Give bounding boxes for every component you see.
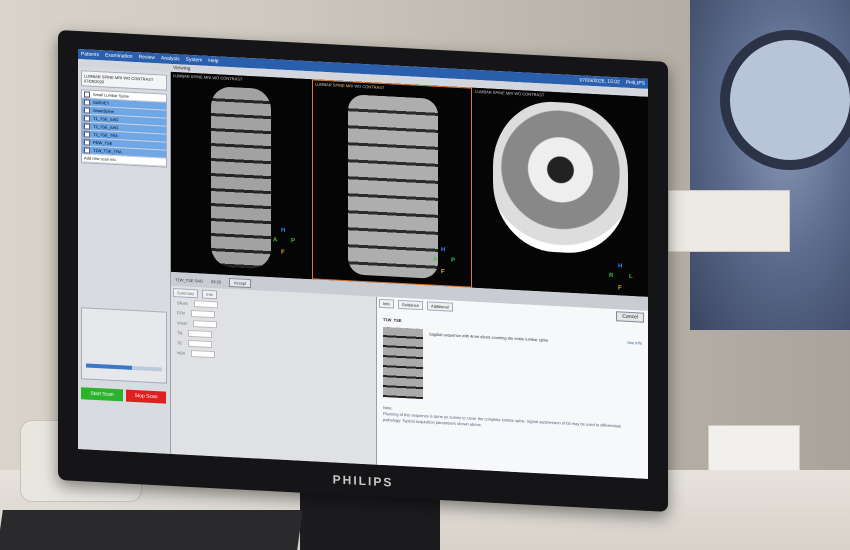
orientation-p: P (291, 238, 296, 245)
cancel-button[interactable]: Cancel (616, 311, 644, 323)
photo-scene: Patients Examination Review Analysis Sys… (0, 0, 850, 550)
orientation-f: F (618, 285, 622, 292)
tab-info[interactable]: Info (379, 298, 394, 309)
accept-button[interactable]: Accept (229, 277, 252, 288)
exam-panel: LUMBAR SPINE MRI WO CONTRAST 07/09/2026 … (78, 67, 171, 454)
orientation-f: F (441, 269, 445, 276)
checkbox[interactable] (84, 106, 90, 114)
viewport-sagittal-t2[interactable]: LUMBAR SPINE MRI WO CONTRAST H A P F (171, 71, 311, 280)
param-field[interactable] (191, 309, 216, 318)
param-field[interactable] (188, 329, 213, 338)
orientation-a: A (433, 256, 438, 263)
menu-system[interactable]: System (186, 57, 203, 64)
screen: Patients Examination Review Analysis Sys… (78, 49, 648, 479)
param-field[interactable] (188, 339, 213, 348)
orientation-a: A (273, 237, 278, 244)
status-text: Viewing (173, 65, 191, 72)
viewport-axial[interactable]: LUMBAR SPINE MRI WO CONTRAST H R L F (473, 87, 648, 297)
scan-progress-bar (86, 363, 162, 372)
viewport-label: LUMBAR SPINE MRI WO CONTRAST (173, 73, 243, 82)
stop-scan-button[interactable]: Stop Scan (126, 389, 166, 404)
see-info-link[interactable]: See Info (627, 340, 642, 346)
mri-axial-image (493, 98, 628, 256)
menu-patients[interactable]: Patients (81, 51, 99, 58)
orientation-l: L (629, 273, 633, 281)
orientation-h: H (441, 247, 446, 254)
notes-block: Note: Planning of this sequence is done … (383, 405, 633, 436)
checkbox[interactable] (84, 90, 90, 98)
sequence-name: T1W_TSE SAG (175, 276, 204, 284)
info-panel: Info Guidance Additional Cancel T1W_TSE … (377, 296, 648, 479)
viewport-label: LUMBAR SPINE MRI WO CONTRAST (475, 88, 545, 98)
mri-sagittal-image (348, 94, 438, 279)
orientation-f: F (281, 249, 285, 256)
orientation-r: R (609, 272, 614, 280)
mri-scanner-bore (720, 30, 850, 170)
image-viewer: LUMBAR SPINE MRI WO CONTRAST H A P F LUM… (171, 71, 648, 297)
parameters-panel: Summary Info Slices FOV Voxel TR TE NSA (171, 285, 377, 465)
tab-info[interactable]: Info (202, 289, 217, 300)
orientation-h: H (281, 227, 286, 234)
viewport-label: LUMBAR SPINE MRI WO CONTRAST (315, 81, 385, 91)
menu-review[interactable]: Review (139, 54, 155, 61)
sequence-description: Sagittal sequence with 4mm sliced coveri… (429, 331, 549, 343)
checkbox[interactable] (84, 98, 90, 106)
tab-additional[interactable]: Additional (427, 301, 453, 312)
checkbox[interactable] (84, 146, 90, 154)
checkbox[interactable] (84, 130, 90, 138)
keyboard (0, 510, 303, 550)
scan-list: Small Lumbar Spine SURVEY SmartSpine T1_… (81, 89, 167, 168)
checkbox[interactable] (84, 138, 90, 146)
param-field[interactable] (193, 299, 218, 308)
menu-analysis[interactable]: Analysis (161, 55, 180, 62)
info-title: T1W_TSE (383, 317, 402, 323)
datetime: 07/09/2026, 15:02 (579, 77, 620, 86)
viewport-sagittal-t1[interactable]: LUMBAR SPINE MRI WO CONTRAST H A P F (312, 79, 472, 288)
param-field[interactable] (192, 319, 217, 328)
checkbox[interactable] (84, 114, 90, 122)
tab-summary[interactable]: Summary (173, 288, 199, 299)
param-field[interactable] (191, 349, 216, 358)
exam-card[interactable]: LUMBAR SPINE MRI WO CONTRAST 07/09/2026 (81, 70, 167, 91)
brand-label: PHILIPS (625, 79, 645, 87)
progress-fill (86, 363, 132, 370)
start-scan-button[interactable]: Start Scan (81, 387, 123, 402)
tab-guidance[interactable]: Guidance (397, 299, 423, 311)
menu-examination[interactable]: Examination (105, 52, 133, 59)
monitor: Patients Examination Review Analysis Sys… (58, 30, 668, 512)
scan-queue-panel (81, 307, 167, 384)
mri-sagittal-image (211, 86, 271, 270)
orientation-h: H (618, 263, 623, 270)
scan-duration: 03:20 (211, 278, 222, 285)
menu-help[interactable]: Help (208, 58, 218, 65)
sequence-thumbnail (383, 327, 423, 400)
orientation-p: P (451, 257, 456, 264)
white-box-shelf (668, 190, 790, 252)
checkbox[interactable] (84, 122, 90, 130)
